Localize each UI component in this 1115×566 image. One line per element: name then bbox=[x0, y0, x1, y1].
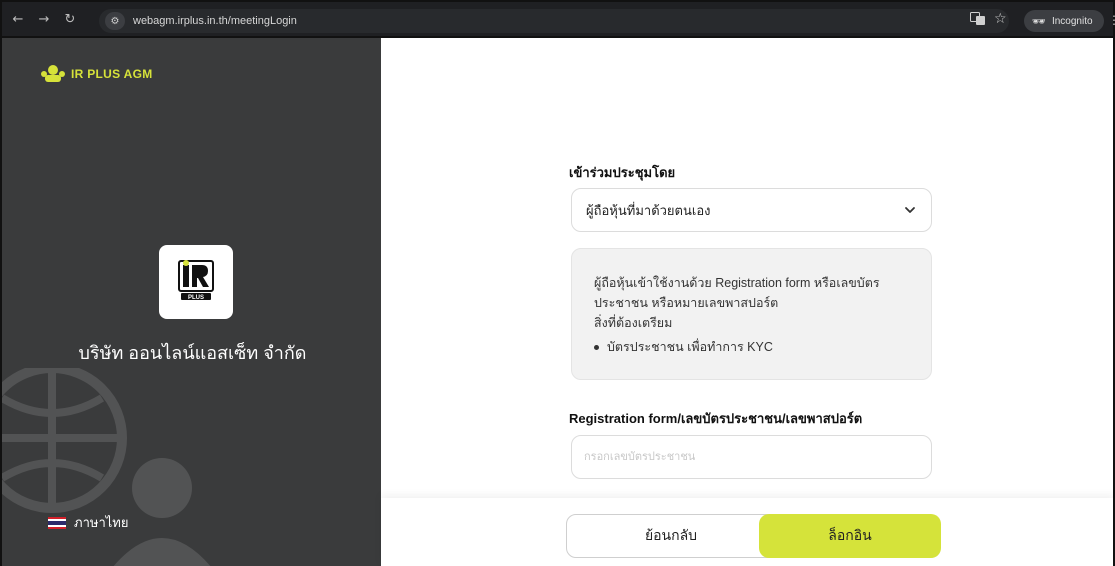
login-button[interactable]: ล็อกอิน bbox=[759, 514, 941, 558]
id-field-label: Registration form/เลขบัตรประชาชน/เลขพาสป… bbox=[569, 411, 863, 426]
info-box: ผู้ถือหุ้นเข้าใช้งานด้วย Registration fo… bbox=[571, 248, 932, 380]
info-bullet-item: บัตรประชาชน เพื่อทำการ KYC bbox=[594, 337, 913, 357]
attend-type-select[interactable]: ผู้ถือหุ้นที่มาด้วยตนเอง bbox=[571, 188, 932, 232]
url-text[interactable]: webagm.irplus.in.th/meetingLogin bbox=[133, 15, 297, 27]
language-label[interactable]: ภาษาไทย bbox=[74, 512, 128, 533]
attend-type-value: ผู้ถือหุ้นที่มาด้วยตนเอง bbox=[586, 202, 711, 218]
id-number-input[interactable] bbox=[571, 435, 932, 479]
address-bar[interactable]: ⚙ webagm.irplus.in.th/meetingLogin bbox=[99, 9, 1009, 33]
svg-text:PLUS: PLUS bbox=[188, 295, 204, 301]
company-name: บริษัท ออนไลน์แอสเซ็ท จำกัด bbox=[78, 343, 307, 363]
site-settings-icon[interactable]: ⚙ bbox=[105, 12, 125, 30]
incognito-icon: 🕶 bbox=[1032, 15, 1046, 28]
left-panel: IR PLUS AGM PLUS บริษัท ออนไลน์แอสเซ็ท จ… bbox=[0, 38, 381, 566]
brand-logo: IR PLUS AGM bbox=[40, 64, 153, 84]
forward-arrow-icon[interactable]: → bbox=[34, 9, 54, 29]
browser-toolbar: ← → ↻ ⚙ webagm.irplus.in.th/meetingLogin… bbox=[0, 0, 1115, 38]
irplus-logo-icon: PLUS bbox=[178, 260, 214, 301]
login-form-panel: เข้าร่วมประชุมโดย ผู้ถือหุ้นที่มาด้วยตนเ… bbox=[381, 38, 1115, 566]
back-button[interactable]: ย้อนกลับ bbox=[566, 514, 776, 558]
reload-icon[interactable]: ↻ bbox=[60, 9, 80, 29]
attend-by-label: เข้าร่วมประชุมโดย bbox=[569, 165, 676, 180]
incognito-badge[interactable]: 🕶 Incognito bbox=[1024, 10, 1104, 32]
info-text-line2: ประชาชน หรือหมายเลขพาสปอร์ต bbox=[594, 296, 779, 310]
menu-kebab-icon[interactable]: ⋮ bbox=[1108, 13, 1115, 27]
translate-icon[interactable] bbox=[970, 12, 988, 28]
info-text-line1: ผู้ถือหุ้นเข้าใช้งานด้วย Registration fo… bbox=[594, 276, 880, 290]
back-arrow-icon[interactable]: ← bbox=[8, 9, 28, 29]
brand-text: IR PLUS AGM bbox=[71, 67, 153, 81]
chevron-down-icon bbox=[905, 207, 915, 213]
irplus-mascot-icon bbox=[41, 65, 65, 82]
globe-watermark-icon bbox=[2, 368, 211, 566]
info-text-line3: สิ่งที่ต้องเตรียม bbox=[594, 316, 673, 330]
bookmark-star-icon[interactable]: ☆ bbox=[994, 11, 1007, 27]
incognito-label: Incognito bbox=[1051, 15, 1093, 27]
info-bullet-text: บัตรประชาชน เพื่อทำการ KYC bbox=[607, 340, 773, 354]
company-logo: PLUS bbox=[159, 245, 233, 319]
thai-flag-icon bbox=[48, 516, 66, 529]
language-switcher[interactable]: ภาษาไทย bbox=[48, 512, 128, 533]
form-footer: ย้อนกลับ ล็อกอิน bbox=[381, 498, 1115, 566]
bullet-dot-icon bbox=[594, 344, 599, 350]
